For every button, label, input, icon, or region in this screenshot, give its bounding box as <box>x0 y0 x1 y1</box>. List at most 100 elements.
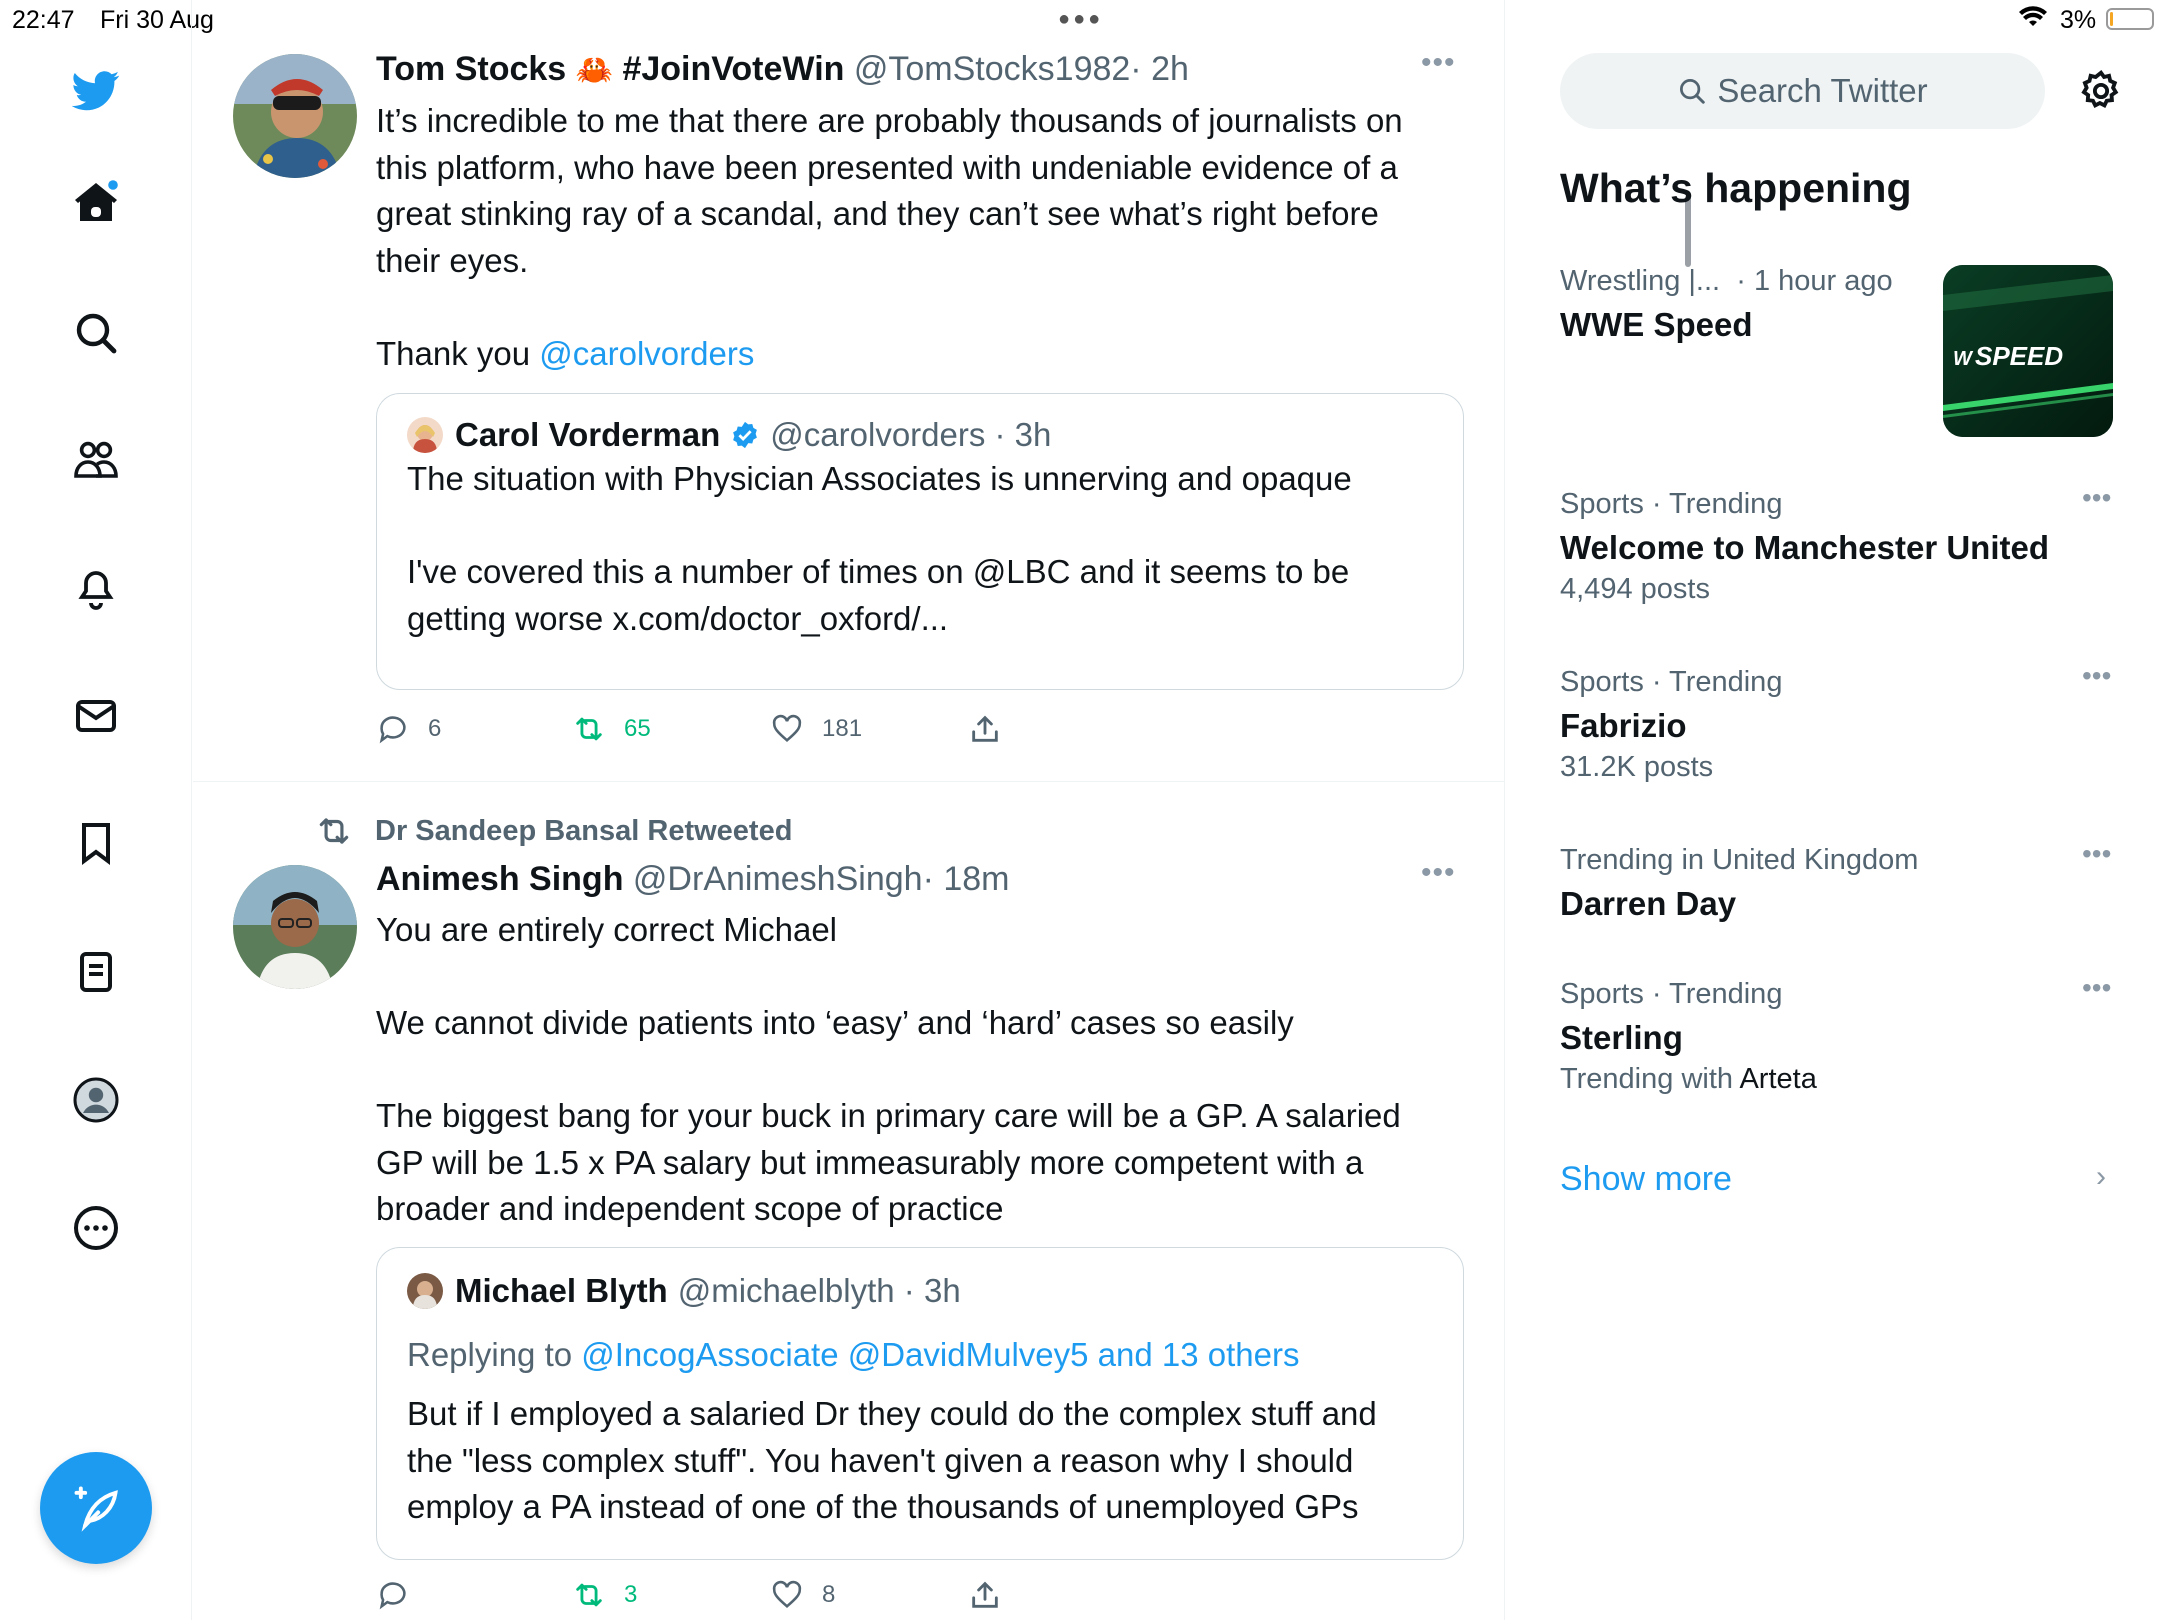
chevron-right-icon[interactable]: › <box>2096 1160 2106 1194</box>
home-icon[interactable] <box>66 173 126 233</box>
trend-more-icon[interactable]: ••• <box>2082 660 2111 692</box>
reply-button[interactable]: 6 <box>376 712 441 746</box>
trend-item[interactable]: Sports · Trending Fabrizio 31.2K posts •… <box>1560 660 2120 784</box>
verified-badge-icon <box>730 420 760 450</box>
tweet[interactable]: Tom Stocks 🦀 #JoinVoteWin @TomStocks1982… <box>193 0 1505 782</box>
left-nav <box>0 0 192 1620</box>
trend-time: · 1 hour ago <box>1736 265 1893 297</box>
trend-name: Fabrizio <box>1560 707 1687 744</box>
settings-gear-icon[interactable] <box>2078 68 2124 114</box>
trend-item[interactable]: Sports · Trending Welcome to Manchester … <box>1560 482 2120 606</box>
trend-thumbnail[interactable]: W SPEED <box>1943 265 2113 437</box>
profile-icon[interactable] <box>66 1070 126 1130</box>
like-button[interactable]: 181 <box>770 712 862 746</box>
tweet-text-line: this platform, who have been presented w… <box>376 148 1398 186</box>
quote-author-name: Michael Blyth <box>455 1272 668 1309</box>
tweet-text-line: We cannot divide patients into ‘easy’ an… <box>376 1004 1294 1041</box>
more-options-icon[interactable]: ••• <box>1421 856 1456 890</box>
trend-count: 4,494 posts <box>1560 573 1710 605</box>
svg-text:W: W <box>1953 348 1974 370</box>
share-button[interactable] <box>968 712 1020 746</box>
trend-item[interactable]: Trending in United Kingdom Darren Day ••… <box>1560 838 2120 923</box>
quote-author-name: Carol Vorderman <box>455 416 721 453</box>
author-name[interactable]: Animesh Singh <box>376 860 623 898</box>
replying-to-prefix: Replying to <box>407 1336 582 1373</box>
timeline: Tom Stocks 🦀 #JoinVoteWin @TomStocks1982… <box>193 0 1691 1620</box>
notifications-icon[interactable] <box>66 557 126 617</box>
tweet-text: It’s incredible to me that there are pro… <box>376 98 1456 377</box>
quote-text-line: the "less complex stuff". You haven't gi… <box>407 1441 1354 1479</box>
author-handle[interactable]: @DrAnimeshSingh <box>633 860 923 898</box>
share-button[interactable] <box>968 1578 1020 1612</box>
trend-more-icon[interactable]: ••• <box>2082 482 2111 514</box>
author-handle[interactable]: @TomStocks1982 <box>854 50 1130 88</box>
trend-name: Welcome to Manchester United <box>1560 529 2049 566</box>
tweet[interactable]: Dr Sandeep Bansal Retweeted Animesh Sing… <box>193 782 1505 1620</box>
trend-with: Trending with Arteta <box>1560 1063 2120 1096</box>
tweet-time[interactable]: · 18m <box>923 860 1010 898</box>
twitter-logo-icon[interactable] <box>66 60 126 120</box>
lists-icon[interactable] <box>66 942 126 1002</box>
tweet-text: You are entirely correct Michael We cann… <box>376 907 1456 1233</box>
tweet-text-line: their eyes. <box>376 241 529 279</box>
search-input[interactable]: Search Twitter <box>1560 53 2045 129</box>
author-hashtag: #JoinVoteWin <box>622 50 845 88</box>
mention-link[interactable]: @carolvorders <box>539 335 754 372</box>
tweet-text-line: It’s incredible to me that there are pro… <box>376 102 1403 139</box>
replying-to-links[interactable]: @IncogAssociate @DavidMulvey5 and 13 oth… <box>581 1336 1299 1373</box>
like-count: 8 <box>822 1581 836 1608</box>
reply-icon <box>379 1582 406 1610</box>
tweet-text-line: The biggest bang for your buck in primar… <box>376 1097 1401 1134</box>
quote-author-handle: @michaelblyth · 3h <box>677 1272 961 1309</box>
tweet-thanks: Thank you @carolvorders <box>376 331 1456 378</box>
compose-icon <box>74 1486 118 1532</box>
trend-more-icon[interactable]: ••• <box>2082 972 2111 1004</box>
thanks-prefix: Thank you <box>376 334 540 372</box>
avatar[interactable] <box>233 865 357 989</box>
trend-item[interactable]: Sports · Trending Sterling Trending with… <box>1560 972 2120 1096</box>
reply-count: 6 <box>428 715 442 742</box>
tweet-actions: 6 65 181 <box>376 712 1076 752</box>
show-more-link[interactable]: Show more <box>1560 1160 1732 1199</box>
heart-icon <box>772 714 802 743</box>
like-button[interactable]: 8 <box>770 1578 835 1612</box>
avatar[interactable] <box>233 54 357 178</box>
quote-header: Michael Blyth @michaelblyth · 3h <box>407 1272 961 1310</box>
trend-category: Wrestling |... <box>1560 265 1721 297</box>
quote-author-handle: @carolvorders · 3h <box>770 416 1052 453</box>
author-name[interactable]: Tom Stocks <box>376 50 566 88</box>
trend-name: Darren Day <box>1560 885 1737 922</box>
quote-text-line: employ a PA instead of one of the thousa… <box>407 1488 1359 1525</box>
trend-count: 31.2K posts <box>1560 751 1714 783</box>
bookmarks-icon[interactable] <box>66 813 126 873</box>
messages-icon[interactable] <box>66 686 126 746</box>
retweeted-by-label: Dr Sandeep Bansal Retweeted <box>375 814 793 847</box>
tweet-time[interactable]: · 2h <box>1130 50 1189 88</box>
tweet-header: Tom Stocks 🦀 #JoinVoteWin @TomStocks1982… <box>376 50 1189 89</box>
reply-button[interactable] <box>376 1578 428 1612</box>
retweet-button[interactable]: 65 <box>572 712 651 746</box>
heart-icon <box>772 1580 802 1609</box>
quoted-tweet[interactable]: Carol Vorderman @carolvorders · 3h The s… <box>376 393 1464 690</box>
like-count: 181 <box>822 715 863 742</box>
quoted-tweet[interactable]: Michael Blyth @michaelblyth · 3h Replyin… <box>376 1247 1464 1560</box>
compose-tweet-button[interactable] <box>40 1452 152 1564</box>
trend-context: Sports · Trending <box>1560 666 1783 698</box>
search-icon[interactable] <box>66 303 126 363</box>
tweet-header: Animesh Singh @DrAnimeshSingh· 18m <box>376 860 1009 899</box>
retweet-icon <box>319 818 349 844</box>
share-icon <box>972 715 998 742</box>
more-options-icon[interactable]: ••• <box>1421 46 1456 80</box>
retweeted-by[interactable]: Dr Sandeep Bansal Retweeted <box>315 812 792 850</box>
quote-text-line: getting worse x.com/doctor_oxford/... <box>407 599 949 637</box>
replying-to: Replying to @IncogAssociate @DavidMulvey… <box>407 1336 1299 1374</box>
trend-more-icon[interactable]: ••• <box>2082 838 2111 870</box>
search-icon <box>1680 79 1706 104</box>
trend-with-prefix: Trending with <box>1560 1063 1740 1095</box>
more-icon[interactable] <box>66 1198 126 1258</box>
trend-context: Trending in United Kingdom <box>1560 844 1919 876</box>
tweet-text-line: broader and independent scope of practic… <box>376 1190 1004 1227</box>
retweet-button[interactable]: 3 <box>572 1578 637 1612</box>
quote-text: The situation with Physician Associates … <box>407 456 1437 642</box>
communities-icon[interactable] <box>66 430 126 490</box>
